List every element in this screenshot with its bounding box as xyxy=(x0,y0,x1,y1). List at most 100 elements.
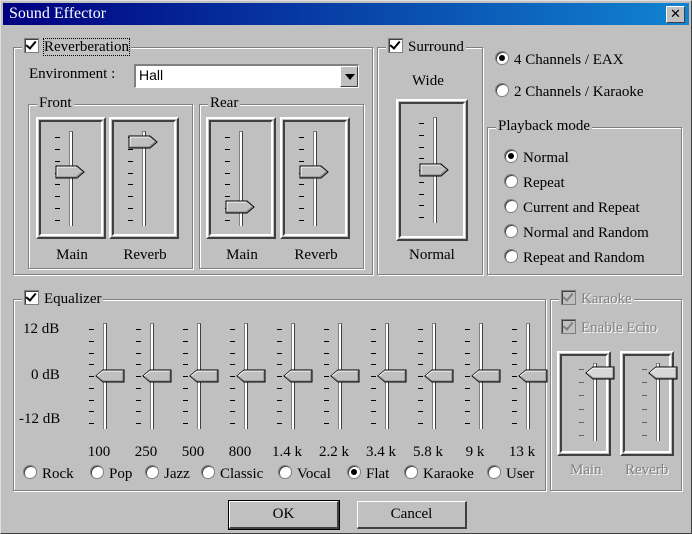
eq-preset-option[interactable]: Classic xyxy=(201,465,263,483)
eq-band-slider-thumb[interactable] xyxy=(236,369,266,383)
eq-band-slider-tick xyxy=(230,388,235,389)
rear-reverb-slider-tick xyxy=(299,149,304,150)
front-reverb-slider-tick xyxy=(128,173,133,174)
eq-band-slider-tick xyxy=(277,329,282,330)
karaoke-reverb-slider-thumb[interactable] xyxy=(648,366,678,380)
rear-main-slider-tick xyxy=(225,173,230,174)
playback-option[interactable]: Current and Repeat xyxy=(504,199,640,217)
eq-band-slider-tick xyxy=(324,329,329,330)
eq-band-slider-tick xyxy=(183,411,188,412)
eq-preset-option[interactable]: User xyxy=(487,465,534,483)
eq-band-slider-thumb[interactable] xyxy=(377,369,407,383)
karaoke-reverb-slider-tick xyxy=(642,409,647,410)
eq-band-slider-tick xyxy=(89,400,94,401)
eq-band-slider-thumb[interactable] xyxy=(518,369,548,383)
eq-band-slider-thumb[interactable] xyxy=(189,369,219,383)
eq-band-slider-thumb[interactable] xyxy=(142,369,172,383)
eq-band-slider-tick xyxy=(277,353,282,354)
eq-band-slider-tick xyxy=(512,353,517,354)
eq-preset-option[interactable]: Rock xyxy=(23,465,74,483)
channel-option-2ch[interactable]: 2 Channels / Karaoke xyxy=(495,83,644,101)
eq-band-slider-tick xyxy=(136,423,141,424)
eq-band-freq: 3.4 k xyxy=(366,444,396,460)
chevron-down-icon[interactable] xyxy=(340,66,358,87)
eq-band-slider-tick xyxy=(512,388,517,389)
ok-button[interactable]: OK xyxy=(228,500,340,530)
checkbox-icon xyxy=(24,38,39,53)
eq-band-slider-tick xyxy=(418,388,423,389)
eq-band-slider-tick xyxy=(371,388,376,389)
eq-scale-mid: 0 dB xyxy=(31,367,60,383)
front-reverb-slider-thumb[interactable] xyxy=(128,135,158,149)
rear-reverb-slider-tick xyxy=(299,196,304,197)
surround-slider-tick xyxy=(419,182,424,183)
eq-band-slider-tick xyxy=(277,411,282,412)
eq-band-slider-thumb[interactable] xyxy=(471,369,501,383)
enable-echo-checkbox[interactable]: Enable Echo xyxy=(561,319,657,337)
playback-option[interactable]: Repeat xyxy=(504,174,565,192)
channel-option-label: 4 Channels / EAX xyxy=(514,52,624,68)
eq-band-slider-tick xyxy=(465,388,470,389)
eq-band-slider-thumb[interactable] xyxy=(283,369,313,383)
eq-band-slider-thumb[interactable] xyxy=(424,369,454,383)
karaoke-checkbox[interactable]: Karaoke xyxy=(559,290,634,308)
karaoke-reverb-slider-tick xyxy=(642,382,647,383)
eq-band-slider-tick xyxy=(183,376,188,377)
channel-option-4ch[interactable]: 4 Channels / EAX xyxy=(495,51,624,69)
surround-slider-tick xyxy=(419,194,424,195)
eq-band-slider-tick xyxy=(230,400,235,401)
karaoke-main-slider-tick xyxy=(579,369,584,370)
eq-band-slider-tick xyxy=(465,423,470,424)
eq-band-slider-tick xyxy=(371,353,376,354)
eq-band-slider-tick xyxy=(465,400,470,401)
close-icon[interactable]: ✕ xyxy=(666,6,685,23)
title-bar[interactable]: Sound Effector ✕ xyxy=(3,3,689,25)
checkbox-icon xyxy=(561,319,576,334)
eq-band-slider-tick xyxy=(277,400,282,401)
radio-icon xyxy=(90,465,104,479)
eq-scale-top: 12 dB xyxy=(23,321,60,337)
radio-icon xyxy=(404,465,418,479)
eq-preset-option[interactable]: Jazz xyxy=(145,465,190,483)
equalizer-checkbox[interactable]: Equalizer xyxy=(22,290,104,308)
surround-checkbox[interactable]: Surround xyxy=(386,38,466,56)
eq-band-slider-thumb[interactable] xyxy=(330,369,360,383)
radio-icon xyxy=(504,149,518,163)
eq-band-slider-tick xyxy=(512,376,517,377)
eq-preset-option[interactable]: Pop xyxy=(90,465,132,483)
front-main-slider-tick xyxy=(55,149,60,150)
playback-option[interactable]: Normal xyxy=(504,149,569,167)
front-main-slider-thumb[interactable] xyxy=(55,165,85,179)
eq-band-slider-tick xyxy=(89,364,94,365)
eq-band-slider-tick xyxy=(418,329,423,330)
eq-band-slider-tick xyxy=(89,329,94,330)
rear-main-slider-thumb[interactable] xyxy=(225,200,255,214)
front-label: Front xyxy=(37,95,74,112)
eq-band-slider-tick xyxy=(230,341,235,342)
rear-reverb-slider-thumb[interactable] xyxy=(299,165,329,179)
eq-band-slider-tick xyxy=(89,388,94,389)
playback-option[interactable]: Normal and Random xyxy=(504,224,649,242)
karaoke-main-slider-thumb[interactable] xyxy=(585,366,615,380)
eq-band-slider-tick xyxy=(277,341,282,342)
surround-slider-thumb[interactable] xyxy=(419,163,449,177)
radio-icon xyxy=(504,224,518,238)
rear-reverb-slider-tick xyxy=(299,137,304,138)
karaoke-main-slider-tick xyxy=(579,409,584,410)
eq-preset-option[interactable]: Karaoke xyxy=(404,465,474,483)
rear-reverb-slider-tick xyxy=(299,161,304,162)
playback-option[interactable]: Repeat and Random xyxy=(504,249,645,267)
eq-band-slider-thumb[interactable] xyxy=(95,369,125,383)
surround-slider-tick xyxy=(419,147,424,148)
eq-band-slider-tick xyxy=(136,411,141,412)
eq-band-slider-tick xyxy=(89,411,94,412)
rear-main-slider-tick xyxy=(225,196,230,197)
eq-preset-option[interactable]: Vocal xyxy=(278,465,331,483)
reverberation-checkbox[interactable]: Reverberation xyxy=(22,38,131,56)
rear-reverb-slider-tick xyxy=(299,220,304,221)
environment-select[interactable]: Hall xyxy=(134,64,359,88)
eq-preset-option[interactable]: Flat xyxy=(347,465,389,483)
eq-band-slider-tick xyxy=(89,423,94,424)
eq-band-freq: 500 xyxy=(181,444,205,460)
cancel-button[interactable]: Cancel xyxy=(357,501,467,529)
